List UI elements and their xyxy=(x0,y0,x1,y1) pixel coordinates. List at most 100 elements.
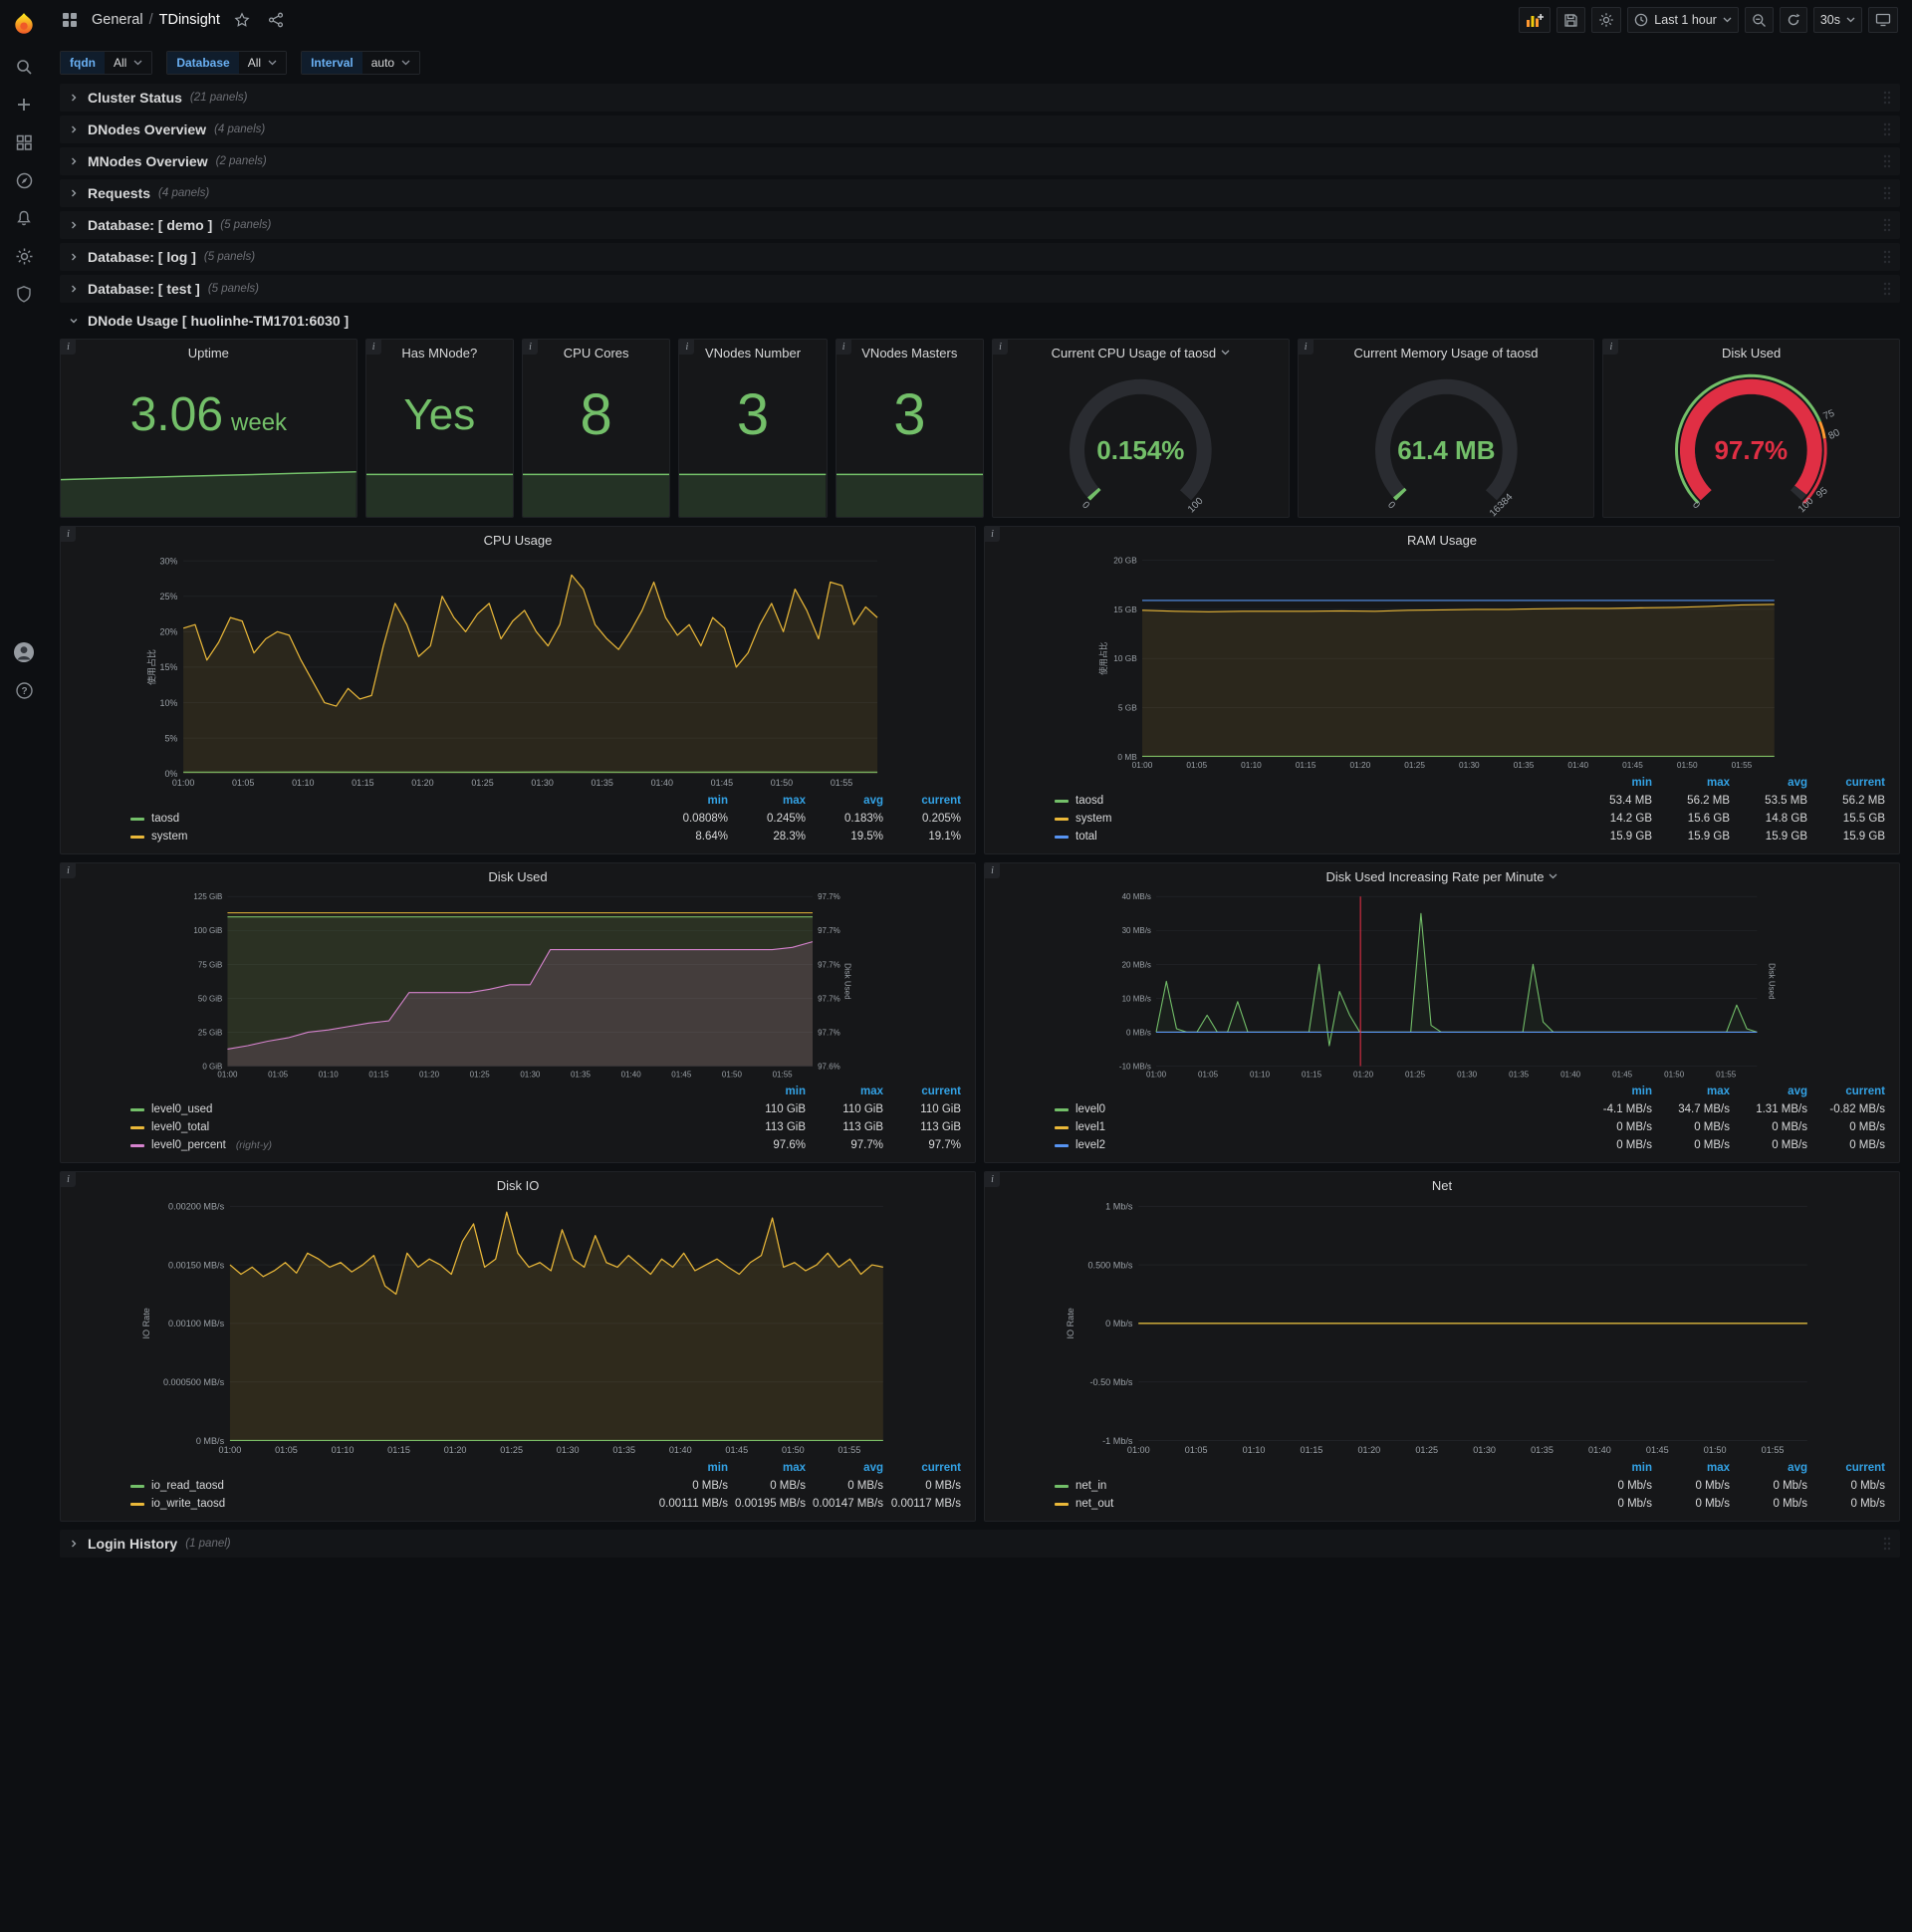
row-collapsed[interactable]: Requests (4 panels) xyxy=(60,179,1900,207)
explore-compass-icon[interactable] xyxy=(0,161,48,199)
legend-col-min[interactable]: min xyxy=(650,795,728,807)
share-icon[interactable] xyxy=(264,8,288,32)
legend-series-level0_total[interactable]: level0_total xyxy=(130,1121,728,1133)
legend-series-level2[interactable]: level2 xyxy=(1055,1139,1574,1151)
cycle-view-mode-button[interactable] xyxy=(1868,7,1898,33)
panel-title[interactable]: Current CPU Usage of taosd xyxy=(993,340,1289,365)
help-icon[interactable]: ? xyxy=(0,671,48,709)
panel-info-icon[interactable]: i xyxy=(61,340,76,355)
legend-series-taosd[interactable]: taosd xyxy=(1055,795,1574,807)
row-title[interactable]: Database: [ test ] xyxy=(88,281,200,297)
save-dashboard-button[interactable] xyxy=(1556,7,1586,33)
row-title[interactable]: DNode Usage [ huolinhe-TM1701:6030 ] xyxy=(88,313,349,329)
dashboard-settings-button[interactable] xyxy=(1591,7,1622,33)
timeseries-chart[interactable]: 0 MB/s0.000500 MB/s0.00100 MB/s0.00150 M… xyxy=(61,1198,975,1457)
create-plus-icon[interactable] xyxy=(0,86,48,123)
row-drag-handle[interactable] xyxy=(1882,218,1892,235)
panel-info-icon[interactable]: i xyxy=(836,340,851,355)
star-icon[interactable] xyxy=(230,8,254,32)
panel-info-icon[interactable]: i xyxy=(365,340,381,355)
panel-title[interactable]: VNodes Number xyxy=(679,340,826,365)
row-title[interactable]: Login History xyxy=(88,1536,177,1552)
row-drag-handle[interactable] xyxy=(1882,122,1892,139)
row-drag-handle[interactable] xyxy=(1882,91,1892,108)
panel-menu-caret-icon[interactable] xyxy=(1549,873,1557,879)
breadcrumb-folder[interactable]: General xyxy=(92,12,143,28)
legend-series-net_in[interactable]: net_in xyxy=(1055,1480,1574,1492)
panel-title[interactable]: Current Memory Usage of taosd xyxy=(1299,340,1594,365)
timeseries-chart[interactable]: 0%5%10%15%20%25%30%01:00 01:05 01:10 01:15 0… xyxy=(61,553,975,790)
legend-col-max[interactable]: max xyxy=(728,1462,806,1474)
zoom-out-button[interactable] xyxy=(1744,7,1774,33)
legend-series-net_out[interactable]: net_out xyxy=(1055,1498,1574,1510)
row-collapsed[interactable]: Cluster Status (21 panels) xyxy=(60,84,1900,112)
row-drag-handle[interactable] xyxy=(1882,282,1892,299)
row-title[interactable]: MNodes Overview xyxy=(88,153,208,169)
variable-value-dropdown[interactable]: All xyxy=(238,52,287,74)
row-drag-handle[interactable] xyxy=(1882,186,1892,203)
panel-info-icon[interactable]: i xyxy=(985,1172,1000,1187)
panel-info-icon[interactable]: i xyxy=(985,863,1000,878)
row-collapsed[interactable]: Database: [ demo ] (5 panels) xyxy=(60,211,1900,239)
legend-col-current[interactable]: current xyxy=(883,1462,961,1474)
legend-series-system[interactable]: system xyxy=(130,831,650,843)
legend-series-taosd[interactable]: taosd xyxy=(130,813,650,825)
time-range-picker[interactable]: Last 1 hour xyxy=(1627,7,1739,33)
row-collapsed[interactable]: DNodes Overview (4 panels) xyxy=(60,116,1900,143)
legend-col-avg[interactable]: avg xyxy=(1730,1462,1807,1474)
legend-col-min[interactable]: min xyxy=(650,1462,728,1474)
legend-col-max[interactable]: max xyxy=(728,795,806,807)
row-collapsed[interactable]: Database: [ log ] (5 panels) xyxy=(60,243,1900,271)
grafana-logo[interactable] xyxy=(0,0,48,48)
panel-title[interactable]: RAM Usage xyxy=(985,527,1899,553)
legend-col-current[interactable]: current xyxy=(883,1086,961,1097)
legend-col-max[interactable]: max xyxy=(1652,1086,1730,1097)
legend-series-io_read_taosd[interactable]: io_read_taosd xyxy=(130,1480,650,1492)
legend-col-min[interactable]: min xyxy=(1574,1086,1652,1097)
row-drag-handle[interactable] xyxy=(1882,154,1892,171)
legend-series-io_write_taosd[interactable]: io_write_taosd xyxy=(130,1498,650,1510)
panel-title[interactable]: CPU Usage xyxy=(61,527,975,553)
panel-info-icon[interactable]: i xyxy=(985,527,1000,542)
legend-series-level0[interactable]: level0 xyxy=(1055,1103,1574,1115)
user-avatar[interactable] xyxy=(0,633,48,671)
panel-title[interactable]: Uptime xyxy=(61,340,357,365)
panel-menu-caret-icon[interactable] xyxy=(1221,350,1230,356)
panel-info-icon[interactable]: i xyxy=(61,1172,76,1187)
search-icon[interactable] xyxy=(0,48,48,86)
row-title[interactable]: DNodes Overview xyxy=(88,121,206,137)
row-collapsed[interactable]: Database: [ test ] (5 panels) xyxy=(60,275,1900,303)
legend-col-current[interactable]: current xyxy=(883,795,961,807)
dashboard-grid-icon[interactable] xyxy=(58,8,82,32)
legend-col-min[interactable]: min xyxy=(1574,777,1652,789)
panel-info-icon[interactable]: i xyxy=(61,527,76,542)
alerting-bell-icon[interactable] xyxy=(0,199,48,237)
timeseries-chart[interactable]: 0 MB5 GB10 GB15 GB20 GB01:00 01:05 01:10 01… xyxy=(985,553,1899,772)
row-title[interactable]: Cluster Status xyxy=(88,90,182,106)
legend-series-total[interactable]: total xyxy=(1055,831,1574,843)
row-collapsed[interactable]: MNodes Overview (2 panels) xyxy=(60,147,1900,175)
legend-series-level0_percent[interactable]: level0_percent (right-y) xyxy=(130,1139,728,1151)
row-login-history[interactable]: Login History (1 panel) xyxy=(60,1530,1900,1558)
row-title[interactable]: Database: [ demo ] xyxy=(88,217,212,233)
row-drag-handle[interactable] xyxy=(1882,250,1892,267)
panel-title[interactable]: Disk Used Increasing Rate per Minute xyxy=(985,863,1899,889)
breadcrumb-title[interactable]: TDinsight xyxy=(159,12,220,28)
panel-title[interactable]: VNodes Masters xyxy=(836,340,983,365)
panel-info-icon[interactable]: i xyxy=(1603,340,1619,355)
legend-col-avg[interactable]: avg xyxy=(1730,777,1807,789)
configuration-gear-icon[interactable] xyxy=(0,237,48,275)
row-title[interactable]: Requests xyxy=(88,185,150,201)
breadcrumb[interactable]: General / TDinsight xyxy=(92,12,220,28)
legend-col-avg[interactable]: avg xyxy=(806,1462,883,1474)
panel-title[interactable]: Disk IO xyxy=(61,1172,975,1198)
panel-info-icon[interactable]: i xyxy=(992,340,1008,355)
variable-fqdn[interactable]: fqdn All xyxy=(60,51,153,75)
legend-col-avg[interactable]: avg xyxy=(806,795,883,807)
legend-col-current[interactable]: current xyxy=(1807,1086,1885,1097)
legend-col-max[interactable]: max xyxy=(1652,1462,1730,1474)
add-panel-button[interactable] xyxy=(1519,7,1552,33)
panel-title[interactable]: Disk Used xyxy=(1603,340,1899,365)
legend-col-current[interactable]: current xyxy=(1807,777,1885,789)
variable-value-dropdown[interactable]: All xyxy=(105,52,152,74)
